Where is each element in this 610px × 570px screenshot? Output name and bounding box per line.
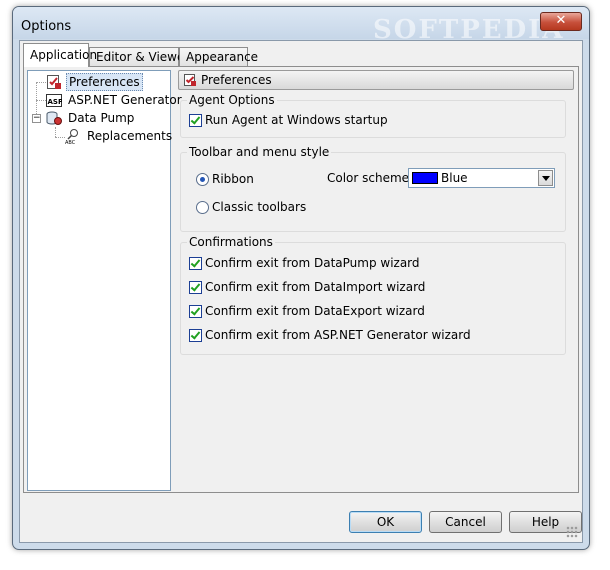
ok-button-label: OK xyxy=(376,515,395,529)
preferences-pane: Preferences Agent Options Run Agent at W… xyxy=(178,70,574,491)
group-title: Toolbar and menu style xyxy=(187,145,332,159)
pane-header: Preferences xyxy=(178,70,574,90)
tree-line xyxy=(36,82,46,83)
application-tab-panel: Preferences ASP ASP.NET Generator − Data… xyxy=(23,66,579,493)
preferences-icon xyxy=(46,74,62,90)
replacements-icon: ABC xyxy=(65,128,81,146)
confirmations-group: Confirmations Confirm exit from DataPump… xyxy=(180,235,566,355)
options-tree[interactable]: Preferences ASP ASP.NET Generator − Data… xyxy=(27,70,182,491)
confirm-dataimport-checkbox[interactable] xyxy=(189,281,202,294)
ok-button[interactable]: OK xyxy=(349,511,422,533)
agent-options-group: Agent Options Run Agent at Windows start… xyxy=(180,93,566,138)
cancel-button[interactable]: Cancel xyxy=(429,511,502,533)
ribbon-label[interactable]: Ribbon xyxy=(212,172,254,186)
tab-application[interactable]: Application xyxy=(23,43,97,67)
confirm-dataimport-label[interactable]: Confirm exit from DataImport wizard xyxy=(205,280,425,294)
confirm-aspnet-checkbox[interactable] xyxy=(189,329,202,342)
svg-text:ABC: ABC xyxy=(65,140,76,144)
color-swatch xyxy=(412,172,438,184)
confirm-dataexport-label[interactable]: Confirm exit from DataExport wizard xyxy=(205,304,425,318)
title-bar[interactable]: Options SOFTPEDIA ✕ xyxy=(13,7,589,45)
options-dialog: Options SOFTPEDIA ✕ Application Editor &… xyxy=(12,6,590,550)
resize-grip[interactable] xyxy=(566,526,578,538)
group-title: Agent Options xyxy=(187,93,277,107)
color-scheme-value: Blue xyxy=(441,171,468,185)
pane-header-title: Preferences xyxy=(201,73,272,87)
run-agent-checkbox[interactable] xyxy=(189,114,202,127)
confirm-datapump-checkbox[interactable] xyxy=(189,257,202,270)
group-title: Confirmations xyxy=(187,235,275,249)
ribbon-radio[interactable] xyxy=(196,173,209,186)
tree-line xyxy=(55,127,56,137)
tab-editor-viewers[interactable]: Editor & Viewers xyxy=(89,47,196,66)
classic-toolbars-radio[interactable] xyxy=(196,201,209,214)
confirm-dataexport-checkbox[interactable] xyxy=(189,305,202,318)
classic-toolbars-label[interactable]: Classic toolbars xyxy=(212,200,306,214)
tab-application-label: Application xyxy=(30,48,98,62)
help-button-label: Help xyxy=(531,515,560,529)
collapse-toggle[interactable]: − xyxy=(32,114,41,123)
dialog-client-area: Application Editor & Viewers Appearance xyxy=(19,40,583,543)
chevron-down-icon[interactable] xyxy=(538,170,553,186)
cancel-button-label: Cancel xyxy=(445,515,486,529)
run-agent-label[interactable]: Run Agent at Windows startup xyxy=(205,113,388,127)
close-button[interactable]: ✕ xyxy=(540,12,582,31)
tree-item-label: Preferences xyxy=(66,73,143,91)
svg-text:ASP: ASP xyxy=(48,98,63,106)
confirm-datapump-label[interactable]: Confirm exit from DataPump wizard xyxy=(205,256,420,270)
toolbar-style-group: Toolbar and menu style Ribbon Classic to… xyxy=(180,145,566,232)
tree-item-label: Replacements xyxy=(87,129,173,143)
tree-line xyxy=(55,137,65,138)
tree-item-label: ASP.NET Generator xyxy=(68,93,182,107)
color-scheme-label: Color scheme xyxy=(327,171,410,185)
tree-line xyxy=(36,100,46,101)
data-pump-icon xyxy=(46,110,62,126)
tab-appearance-label: Appearance xyxy=(186,50,259,64)
aspnet-icon: ASP xyxy=(46,92,63,108)
tab-appearance[interactable]: Appearance xyxy=(179,47,258,66)
window-title: Options xyxy=(21,19,72,34)
tree-item-label: Data Pump xyxy=(68,111,135,125)
confirm-aspnet-label[interactable]: Confirm exit from ASP.NET Generator wiza… xyxy=(205,328,471,342)
color-scheme-select[interactable]: Blue xyxy=(408,168,555,188)
preferences-icon xyxy=(183,73,197,87)
